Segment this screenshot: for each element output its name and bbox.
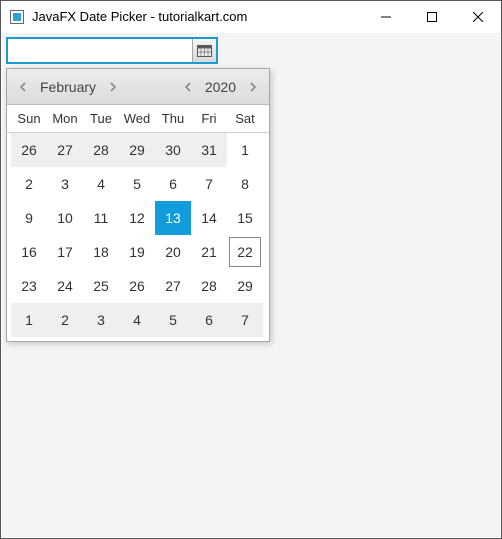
day-cell[interactable]: 8 bbox=[227, 167, 263, 201]
day-of-week-label: Wed bbox=[119, 111, 155, 126]
date-picker-field bbox=[6, 37, 218, 64]
day-cell[interactable]: 23 bbox=[11, 269, 47, 303]
day-of-week-label: Sun bbox=[11, 111, 47, 126]
next-month-button[interactable] bbox=[103, 73, 123, 101]
day-cell[interactable]: 6 bbox=[155, 167, 191, 201]
day-cell[interactable]: 17 bbox=[47, 235, 83, 269]
day-cell[interactable]: 3 bbox=[47, 167, 83, 201]
month-label: February bbox=[37, 79, 99, 95]
day-cell[interactable]: 10 bbox=[47, 201, 83, 235]
day-cell[interactable]: 3 bbox=[83, 303, 119, 337]
day-cell[interactable]: 25 bbox=[83, 269, 119, 303]
day-cell[interactable]: 11 bbox=[83, 201, 119, 235]
day-cell[interactable]: 30 bbox=[155, 133, 191, 167]
week-row: 23242526272829 bbox=[11, 269, 265, 303]
week-row: 2345678 bbox=[11, 167, 265, 201]
day-cell[interactable]: 26 bbox=[119, 269, 155, 303]
window-title: JavaFX Date Picker - tutorialkart.com bbox=[32, 9, 363, 24]
chevron-left-icon bbox=[184, 82, 192, 92]
week-row: 16171819202122 bbox=[11, 235, 265, 269]
day-cell[interactable]: 29 bbox=[119, 133, 155, 167]
app-icon bbox=[9, 9, 25, 25]
calendar-icon bbox=[197, 44, 212, 57]
chevron-left-icon bbox=[19, 82, 27, 92]
day-cell[interactable]: 18 bbox=[83, 235, 119, 269]
day-cell[interactable]: 21 bbox=[191, 235, 227, 269]
day-of-week-label: Fri bbox=[191, 111, 227, 126]
day-of-week-label: Mon bbox=[47, 111, 83, 126]
day-cell[interactable]: 27 bbox=[155, 269, 191, 303]
date-input[interactable] bbox=[8, 39, 192, 62]
prev-year-button[interactable] bbox=[178, 73, 198, 101]
day-cell[interactable]: 1 bbox=[11, 303, 47, 337]
day-cell[interactable]: 24 bbox=[47, 269, 83, 303]
client-area: February 2020 bbox=[2, 33, 500, 537]
day-cell[interactable]: 1 bbox=[227, 133, 263, 167]
day-cell[interactable]: 7 bbox=[227, 303, 263, 337]
day-cell[interactable]: 2 bbox=[47, 303, 83, 337]
year-label: 2020 bbox=[202, 79, 239, 95]
day-of-week-label: Sat bbox=[227, 111, 263, 126]
day-cell[interactable]: 7 bbox=[191, 167, 227, 201]
calendar-popup: February 2020 bbox=[6, 68, 270, 342]
show-calendar-button[interactable] bbox=[192, 39, 216, 62]
day-cell[interactable]: 19 bbox=[119, 235, 155, 269]
day-cell[interactable]: 4 bbox=[83, 167, 119, 201]
month-year-header: February 2020 bbox=[7, 69, 269, 105]
week-row: 2627282930311 bbox=[11, 133, 265, 167]
day-of-week-label: Thu bbox=[155, 111, 191, 126]
day-cell[interactable]: 28 bbox=[83, 133, 119, 167]
day-cell[interactable]: 2 bbox=[11, 167, 47, 201]
day-cell[interactable]: 28 bbox=[191, 269, 227, 303]
next-year-button[interactable] bbox=[243, 73, 263, 101]
day-cell[interactable]: 29 bbox=[227, 269, 263, 303]
close-button[interactable] bbox=[455, 1, 501, 32]
chevron-right-icon bbox=[249, 82, 257, 92]
day-cell[interactable]: 27 bbox=[47, 133, 83, 167]
week-row: 9101112131415 bbox=[11, 201, 265, 235]
minimize-button[interactable] bbox=[363, 1, 409, 32]
day-cell[interactable]: 31 bbox=[191, 133, 227, 167]
day-cell[interactable]: 14 bbox=[191, 201, 227, 235]
day-of-week-row: SunMonTueWedThuFriSat bbox=[7, 105, 269, 133]
day-cell[interactable]: 22 bbox=[227, 235, 263, 269]
day-of-week-label: Tue bbox=[83, 111, 119, 126]
day-cell[interactable]: 12 bbox=[119, 201, 155, 235]
day-cell[interactable]: 4 bbox=[119, 303, 155, 337]
prev-month-button[interactable] bbox=[13, 73, 33, 101]
app-window: JavaFX Date Picker - tutorialkart.com bbox=[0, 0, 502, 539]
chevron-right-icon bbox=[109, 82, 117, 92]
day-cell[interactable]: 13 bbox=[155, 201, 191, 235]
titlebar: JavaFX Date Picker - tutorialkart.com bbox=[1, 1, 501, 32]
week-row: 1234567 bbox=[11, 303, 265, 337]
day-cell[interactable]: 26 bbox=[11, 133, 47, 167]
day-cell[interactable]: 5 bbox=[155, 303, 191, 337]
content-root: February 2020 bbox=[6, 37, 218, 64]
calendar-grid: 2627282930311234567891011121314151617181… bbox=[7, 133, 269, 341]
day-cell[interactable]: 20 bbox=[155, 235, 191, 269]
maximize-button[interactable] bbox=[409, 1, 455, 32]
day-cell[interactable]: 5 bbox=[119, 167, 155, 201]
day-cell[interactable]: 9 bbox=[11, 201, 47, 235]
day-cell[interactable]: 6 bbox=[191, 303, 227, 337]
day-cell[interactable]: 16 bbox=[11, 235, 47, 269]
day-cell[interactable]: 15 bbox=[227, 201, 263, 235]
